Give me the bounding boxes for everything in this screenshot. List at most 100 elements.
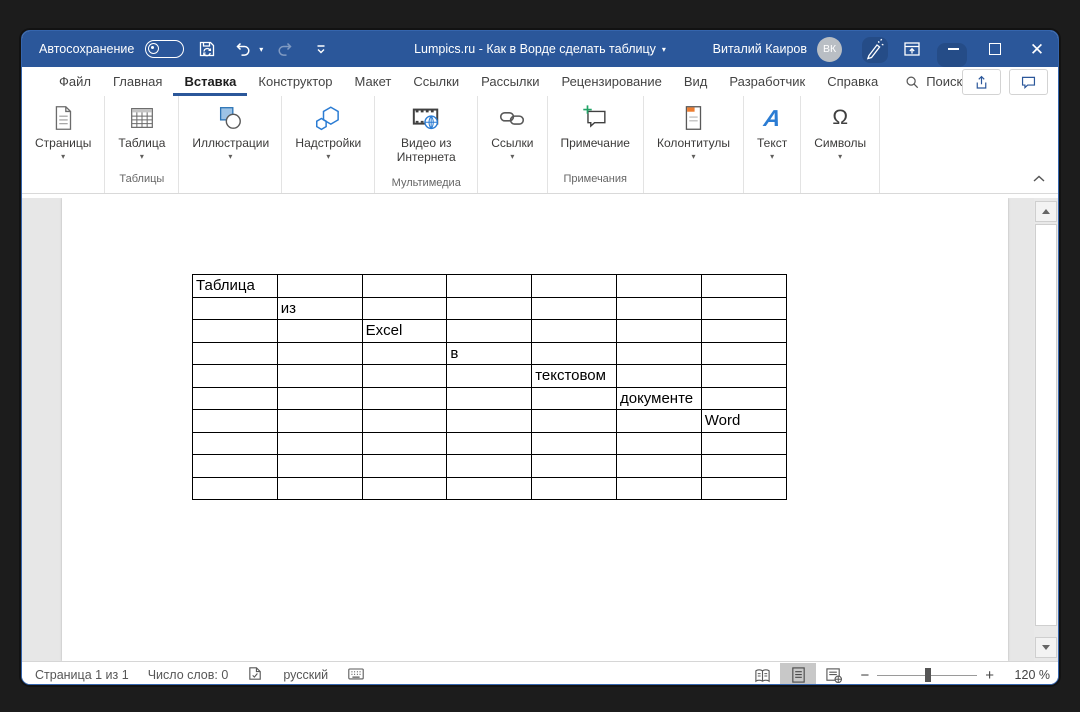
word-count[interactable]: Число слов: 0 bbox=[148, 668, 229, 682]
search-box[interactable]: Поиск bbox=[905, 67, 962, 96]
zoom-slider-thumb[interactable] bbox=[925, 668, 931, 682]
table-cell[interactable] bbox=[447, 432, 532, 455]
table-cell[interactable] bbox=[701, 320, 786, 343]
read-mode-button[interactable] bbox=[744, 663, 780, 685]
web-layout-button[interactable] bbox=[816, 663, 852, 685]
zoom-level[interactable]: 120 % bbox=[1002, 668, 1050, 682]
ribbon-button-symbols[interactable]: ΩСимволы▾ bbox=[810, 99, 870, 173]
tab-0[interactable]: Файл bbox=[48, 67, 102, 96]
table-cell[interactable] bbox=[447, 365, 532, 388]
dropdown-arrow-icon[interactable]: ▾ bbox=[770, 152, 774, 162]
table-cell[interactable] bbox=[616, 320, 701, 343]
customize-quick-access-icon[interactable] bbox=[309, 36, 333, 62]
table-cell[interactable] bbox=[532, 432, 617, 455]
table-cell[interactable] bbox=[277, 365, 362, 388]
table-cell[interactable] bbox=[701, 365, 786, 388]
dropdown-arrow-icon[interactable]: ▾ bbox=[228, 152, 232, 162]
table-cell[interactable] bbox=[532, 477, 617, 500]
table-cell[interactable]: в bbox=[447, 342, 532, 365]
ribbon-button-table[interactable]: Таблица▾ bbox=[114, 99, 169, 173]
table-cell[interactable] bbox=[532, 342, 617, 365]
table-cell[interactable] bbox=[447, 387, 532, 410]
autosave-toggle[interactable] bbox=[145, 40, 184, 58]
table-cell[interactable]: Word bbox=[701, 410, 786, 433]
table-cell[interactable]: Excel bbox=[362, 320, 447, 343]
tab-10[interactable]: Справка bbox=[816, 67, 889, 96]
table-cell[interactable] bbox=[616, 477, 701, 500]
save-icon[interactable] bbox=[195, 36, 219, 62]
ribbon-button-new-comment[interactable]: Примечание bbox=[557, 99, 634, 173]
keyboard-icon[interactable] bbox=[347, 666, 365, 684]
tab-5[interactable]: Ссылки bbox=[402, 67, 470, 96]
table-cell[interactable] bbox=[701, 387, 786, 410]
table-cell[interactable] bbox=[532, 275, 617, 298]
document-title-text[interactable]: Lumpics.ru - Как в Ворде сделать таблицу bbox=[414, 42, 656, 56]
undo-dropdown-icon[interactable]: ▾ bbox=[259, 45, 263, 54]
table-cell[interactable] bbox=[362, 410, 447, 433]
dropdown-arrow-icon[interactable]: ▾ bbox=[838, 152, 842, 162]
table-cell[interactable] bbox=[532, 320, 617, 343]
zoom-out-button[interactable]: − bbox=[852, 667, 877, 684]
zoom-slider[interactable] bbox=[877, 663, 977, 685]
table-cell[interactable] bbox=[701, 275, 786, 298]
table-cell[interactable] bbox=[362, 342, 447, 365]
table-cell[interactable] bbox=[616, 275, 701, 298]
table-cell[interactable] bbox=[701, 297, 786, 320]
table-cell[interactable] bbox=[616, 432, 701, 455]
ink-pen-icon[interactable] bbox=[856, 31, 892, 67]
table-cell[interactable] bbox=[447, 455, 532, 478]
scroll-up-icon[interactable] bbox=[1035, 201, 1057, 222]
share-button[interactable] bbox=[962, 69, 1001, 95]
ribbon-button-pages[interactable]: Страницы▾ bbox=[31, 99, 95, 173]
language-indicator[interactable]: русский bbox=[283, 668, 328, 682]
table-cell[interactable] bbox=[277, 275, 362, 298]
table-cell[interactable] bbox=[532, 387, 617, 410]
ribbon-display-options-icon[interactable] bbox=[892, 31, 932, 67]
dropdown-arrow-icon[interactable]: ▾ bbox=[326, 152, 330, 162]
ribbon-button-addins[interactable]: Надстройки▾ bbox=[291, 99, 365, 173]
table-cell[interactable] bbox=[193, 365, 278, 388]
user-name[interactable]: Виталий Каиров bbox=[713, 42, 807, 56]
ribbon-button-text[interactable]: AТекст▾ bbox=[753, 99, 791, 173]
table-cell[interactable] bbox=[447, 410, 532, 433]
table-cell[interactable] bbox=[193, 410, 278, 433]
tab-8[interactable]: Вид bbox=[673, 67, 719, 96]
ribbon-button-online-video[interactable]: Видео из Интернета bbox=[384, 99, 468, 177]
dropdown-arrow-icon[interactable]: ▾ bbox=[61, 152, 65, 162]
table-cell[interactable] bbox=[701, 342, 786, 365]
table-cell[interactable] bbox=[362, 477, 447, 500]
tab-1[interactable]: Главная bbox=[102, 67, 173, 96]
table-cell[interactable] bbox=[277, 342, 362, 365]
zoom-in-button[interactable]: + bbox=[977, 667, 1002, 684]
table-cell[interactable] bbox=[193, 297, 278, 320]
tab-6[interactable]: Рассылки bbox=[470, 67, 550, 96]
dropdown-arrow-icon[interactable]: ▾ bbox=[510, 152, 514, 162]
table-cell[interactable] bbox=[193, 455, 278, 478]
table-cell[interactable] bbox=[193, 477, 278, 500]
table-cell[interactable] bbox=[193, 387, 278, 410]
page-indicator[interactable]: Страница 1 из 1 bbox=[35, 668, 129, 682]
table-cell[interactable] bbox=[277, 477, 362, 500]
table-cell[interactable] bbox=[277, 455, 362, 478]
vertical-scrollbar[interactable] bbox=[1034, 198, 1056, 661]
table-cell[interactable] bbox=[532, 297, 617, 320]
title-dropdown-icon[interactable]: ▾ bbox=[662, 45, 666, 54]
table-cell[interactable] bbox=[447, 477, 532, 500]
table-cell[interactable] bbox=[616, 342, 701, 365]
table-cell[interactable] bbox=[362, 432, 447, 455]
table-cell[interactable] bbox=[447, 275, 532, 298]
table-cell[interactable] bbox=[532, 455, 617, 478]
table-cell[interactable]: из bbox=[277, 297, 362, 320]
table-cell[interactable] bbox=[277, 432, 362, 455]
dropdown-arrow-icon[interactable]: ▾ bbox=[691, 152, 695, 162]
proofing-icon[interactable] bbox=[247, 665, 264, 685]
ribbon-button-links[interactable]: Ссылки▾ bbox=[487, 99, 537, 173]
ribbon-button-illustrations[interactable]: Иллюстрации▾ bbox=[188, 99, 272, 173]
tab-7[interactable]: Рецензирование bbox=[550, 67, 672, 96]
tab-4[interactable]: Макет bbox=[344, 67, 403, 96]
table-cell[interactable] bbox=[701, 477, 786, 500]
maximize-button[interactable] bbox=[974, 31, 1016, 67]
print-layout-button[interactable] bbox=[780, 663, 816, 685]
scroll-down-icon[interactable] bbox=[1035, 637, 1057, 658]
table-cell[interactable] bbox=[616, 455, 701, 478]
